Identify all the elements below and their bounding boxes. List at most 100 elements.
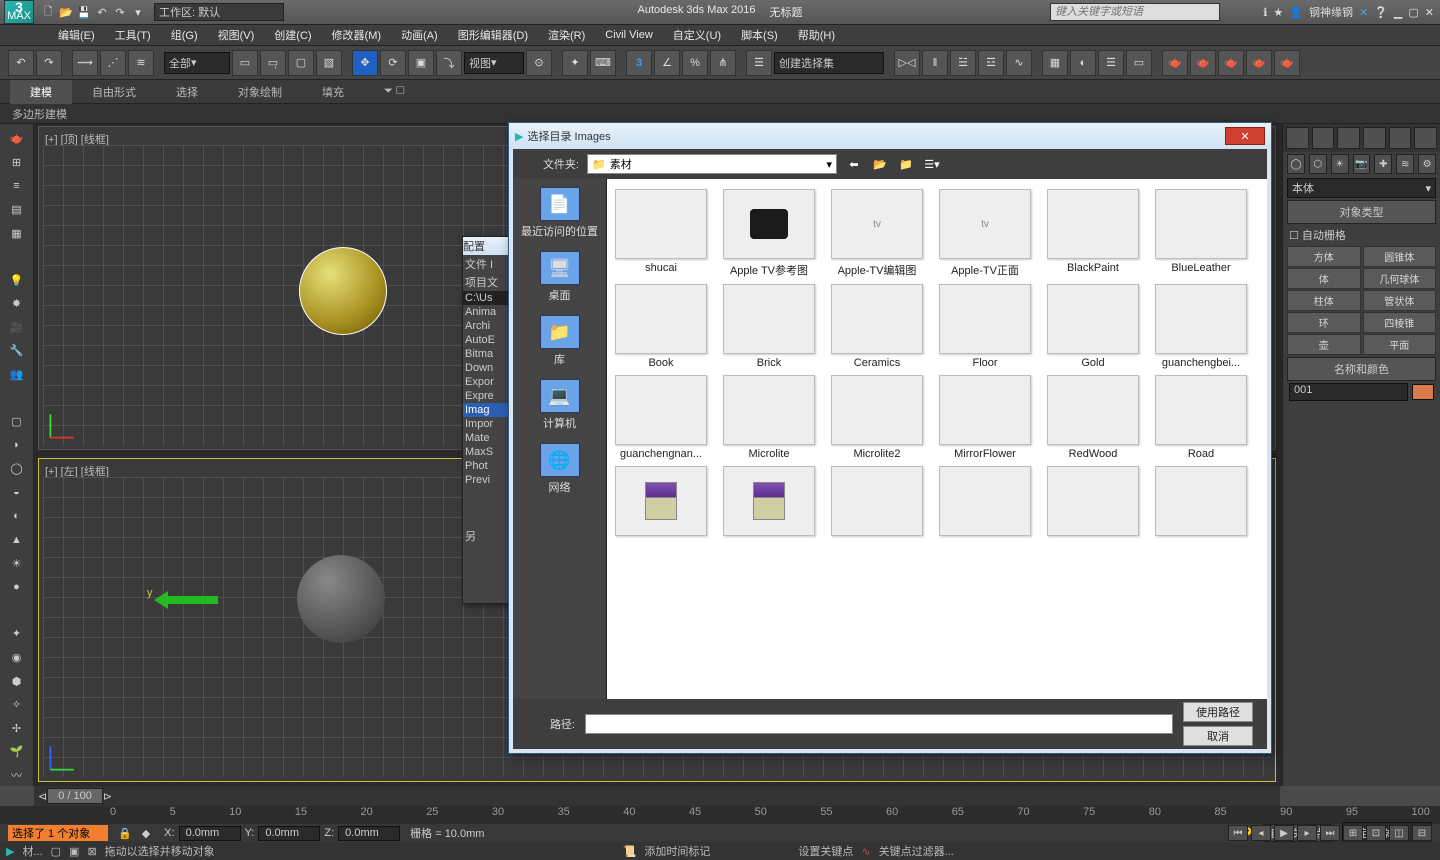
create-tab-icon[interactable] [1286,127,1309,149]
lock-icon[interactable]: 🔒 [118,827,132,840]
left-tool-icon[interactable]: ● [4,576,30,598]
file-item[interactable]: tvApple-TV正面 [935,189,1035,278]
file-item[interactable] [1043,466,1143,539]
light-icon[interactable]: ☀ [1331,154,1349,174]
iso-icon[interactable]: ◆ [142,827,150,840]
create-object-button[interactable]: 圆锥体 [1363,246,1437,267]
win3-icon[interactable]: ⊠ [87,845,96,858]
exchange-icon[interactable]: ✕ [1359,6,1368,19]
menu-item[interactable]: 帮助(H) [788,27,845,43]
infocenter-icon[interactable]: ℹ [1263,6,1267,19]
left-tool-icon[interactable]: ◗ [4,435,30,457]
menu-item[interactable]: 创建(C) [264,27,321,43]
rendered-frame-icon[interactable]: ▭ [1126,50,1152,76]
newfolder-icon[interactable]: 📁 [897,155,915,173]
rotate-icon[interactable]: ⟳ [380,50,406,76]
file-item[interactable] [1151,466,1251,539]
ribbon-tab[interactable]: 建模 [10,80,72,104]
nav-4-icon[interactable]: ⊟ [1412,825,1432,841]
left-tool-icon[interactable]: 🌱 [4,741,30,763]
left-tool-icon[interactable]: 🎥 [4,317,30,339]
undo-icon[interactable]: ↶ [94,4,110,20]
file-item[interactable]: guanchengnan... [611,375,711,460]
win2-icon[interactable]: ▣ [69,845,79,858]
menu-item[interactable]: 自定义(U) [663,27,731,43]
left-tool-icon[interactable]: ◒ [4,482,30,504]
left-tool-icon[interactable]: ☀ [4,552,30,574]
menu-item[interactable]: 脚本(S) [731,27,788,43]
left-tool-icon[interactable]: ▤ [4,199,30,221]
create-object-button[interactable]: 壶 [1287,334,1361,355]
left-tool-icon[interactable]: 👥 [4,364,30,386]
align-icon[interactable]: ‖ [922,50,948,76]
file-item[interactable]: Gold [1043,284,1143,369]
min-icon[interactable]: ▁ [1394,6,1402,19]
left-tool-icon[interactable]: ▲ [4,529,30,551]
menu-item[interactable]: 编辑(E) [48,27,105,43]
z-field[interactable]: 0.0mm [338,826,400,841]
menu-item[interactable]: 图形编辑器(D) [448,27,538,43]
left-tool-icon[interactable]: ◐ [4,505,30,527]
cmd-category-row[interactable]: ◯⬡☀📷✚≋⚙ [1283,152,1440,176]
file-item[interactable] [611,466,711,539]
sphere-left[interactable] [297,555,385,643]
geom-icon[interactable]: ◯ [1287,154,1305,174]
folder-field[interactable]: 📁 素材▾ [587,154,837,174]
angle-snap-icon[interactable]: ∠ [654,50,680,76]
file-item[interactable]: BlueLeather [1151,189,1251,278]
obj-name-field[interactable]: 001 [1289,383,1408,401]
up-icon[interactable]: 📂 [871,155,889,173]
util-tab-icon[interactable] [1414,127,1437,149]
file-item[interactable]: Brick [719,284,819,369]
slider-next-icon[interactable]: ⊳ [103,790,112,803]
file-item[interactable]: guanchengbei... [1151,284,1251,369]
left-tool-icon[interactable]: ≡ [4,175,30,197]
undo-button[interactable]: ↶ [8,50,34,76]
workspace-selector[interactable]: 工作区: 默认 [154,3,284,21]
user-icon[interactable]: 👤 [1289,6,1303,19]
space-icon[interactable]: ≋ [1396,154,1414,174]
prev-frame-icon[interactable]: ◂ [1251,825,1271,841]
x-field[interactable]: 0.0mm [179,826,241,841]
time-slider[interactable]: ⊲ 0 / 100 ⊳ [34,786,1280,806]
open-icon[interactable]: 📂 [58,4,74,20]
named-sel-edit-icon[interactable]: ☰ [746,50,772,76]
cmd-subcategory[interactable]: 本体▾ [1287,178,1436,198]
places-item[interactable]: 💻计算机 [518,377,602,437]
ribbon-tab[interactable]: 选择 [156,80,218,104]
modify-tab-icon[interactable] [1312,127,1335,149]
pivot-icon[interactable]: ⊙ [526,50,552,76]
play-icon[interactable]: ▶ [1274,825,1294,841]
places-item[interactable]: 📄最近访问的位置 [518,185,602,245]
hierarchy-tab-icon[interactable] [1337,127,1360,149]
redo-icon[interactable]: ↷ [112,4,128,20]
left-tool-icon[interactable]: ⬢ [4,670,30,692]
helper-icon[interactable]: ✚ [1374,154,1392,174]
file-item[interactable]: BlackPaint [1043,189,1143,278]
left-tool-icon[interactable]: 🫖 [4,128,30,150]
menu-item[interactable]: 视图(V) [208,27,265,43]
link-icon[interactable]: ⟿ [72,50,98,76]
ribbon-pin-icon[interactable]: ⏷ ▢ [364,81,425,102]
material-slot[interactable]: 材... [22,843,42,859]
viewmenu-icon[interactable]: ☰▾ [923,155,941,173]
left-tool-icon[interactable]: 🔧 [4,340,30,362]
display-tab-icon[interactable] [1389,127,1412,149]
layer-icon[interactable]: ☱ [950,50,976,76]
named-sel-field[interactable]: 创建选择集 [774,52,884,74]
help-icon[interactable]: ❔ [1374,6,1388,19]
render-iter-icon[interactable]: 🫖 [1190,50,1216,76]
new-icon[interactable]: 🗋 [40,4,56,20]
close-icon[interactable]: ✕ [1425,6,1434,19]
help-search-input[interactable] [1050,3,1220,21]
menu-item[interactable]: 组(G) [161,27,208,43]
file-item[interactable]: tvApple-TV编辑图 [827,189,927,278]
ribbon-tab[interactable]: 自由形式 [72,80,156,104]
unlink-icon[interactable]: ⋰ [100,50,126,76]
file-item[interactable] [719,466,819,539]
left-tool-icon[interactable]: ✧ [4,694,30,716]
schematic-icon[interactable]: ▦ [1042,50,1068,76]
left-tool-icon[interactable]: 〰 [4,765,30,787]
shape-icon[interactable]: ⬡ [1309,154,1327,174]
left-tool-icon[interactable]: ◉ [4,647,30,669]
